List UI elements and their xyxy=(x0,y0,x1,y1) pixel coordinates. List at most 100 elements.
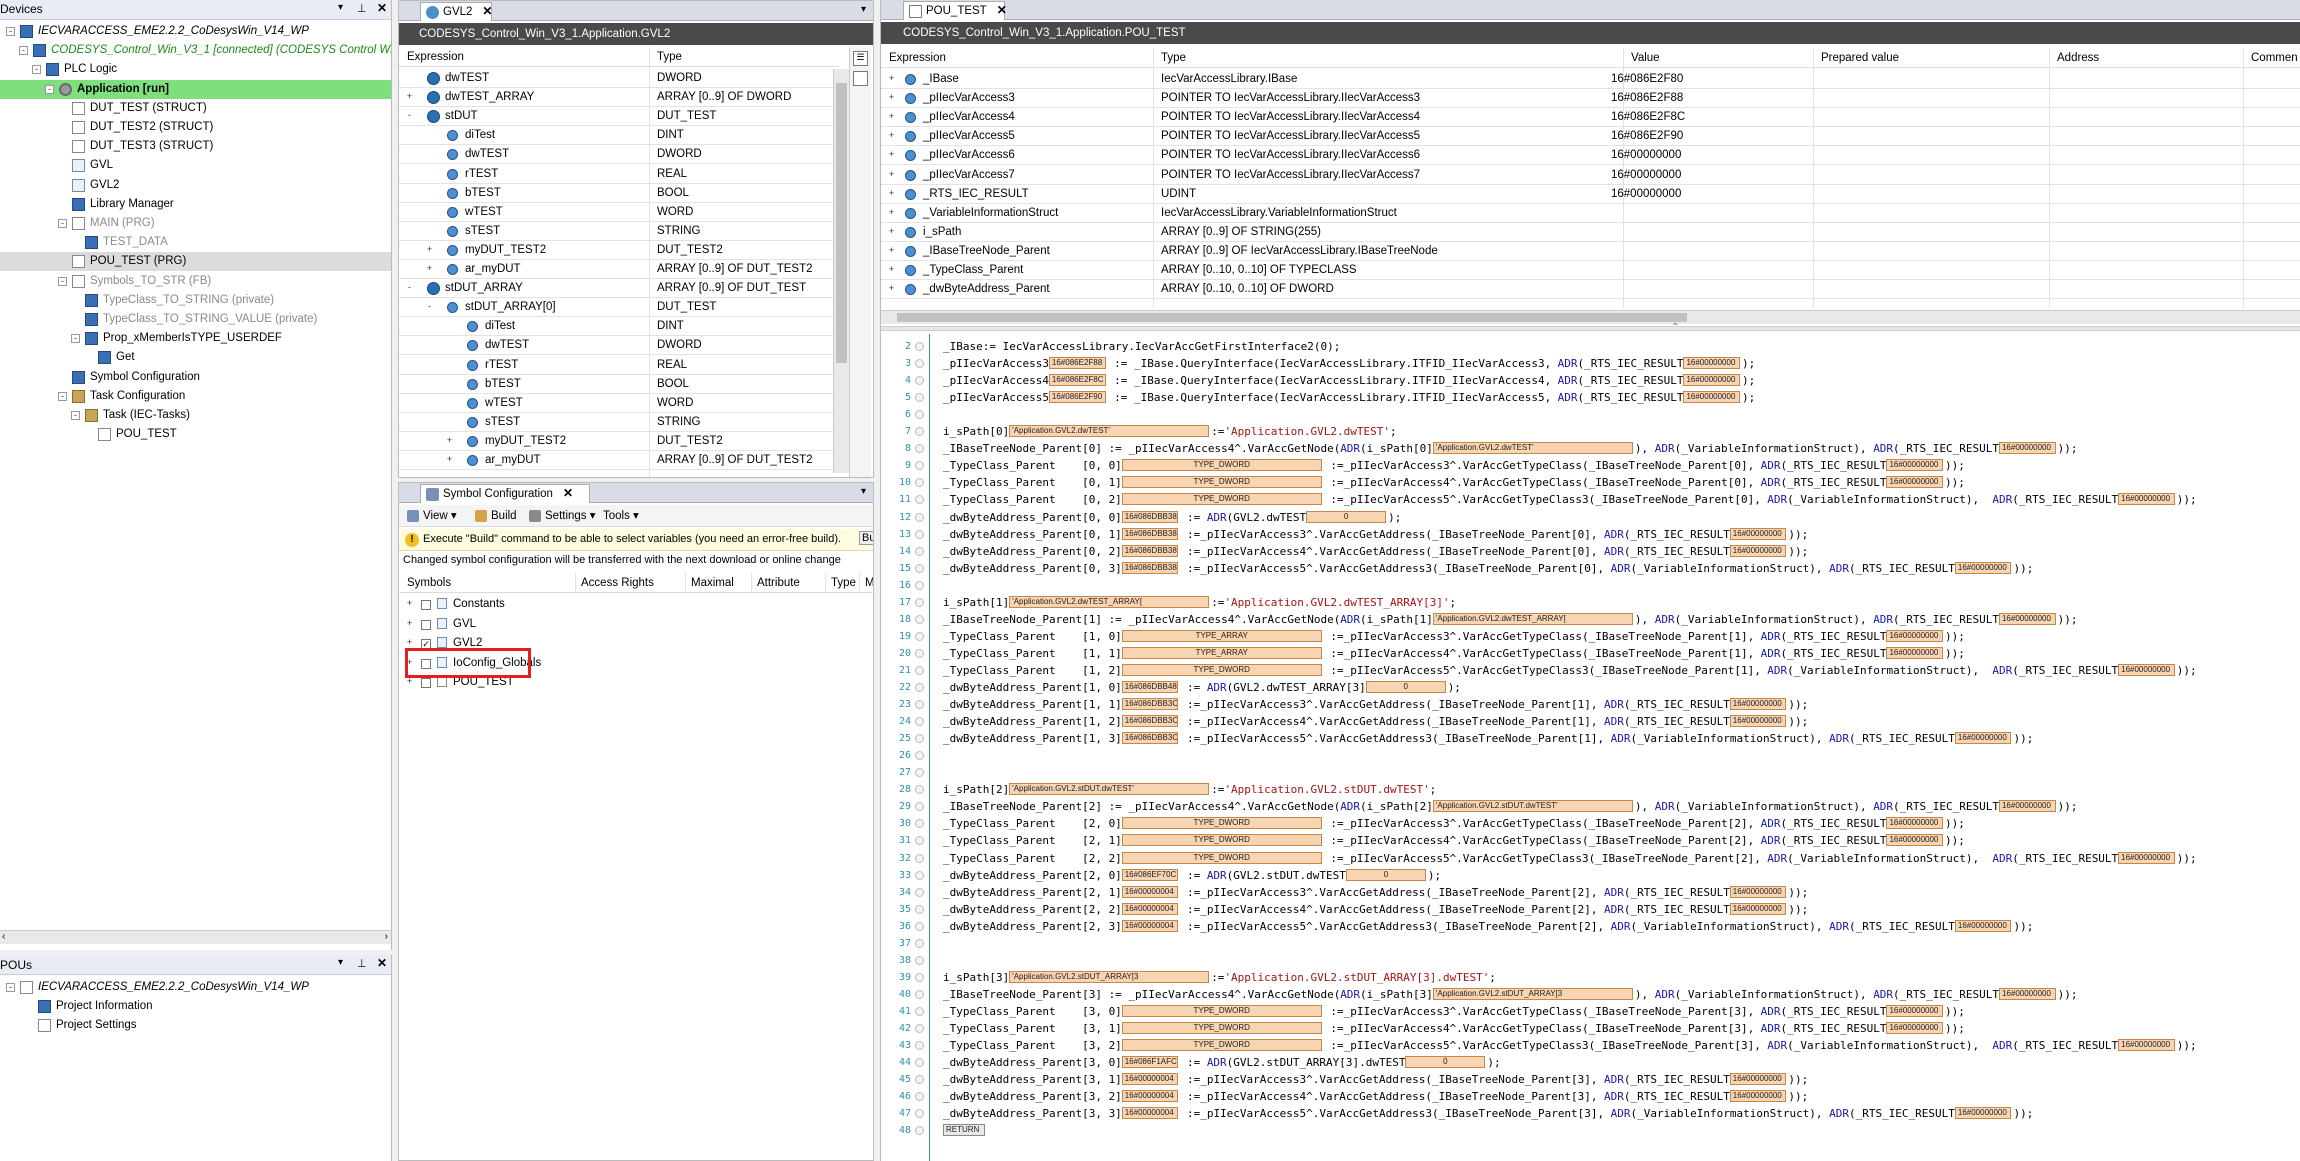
monitor-value[interactable]: 16#00000000 xyxy=(2118,493,2175,506)
monitor-value[interactable]: 16#00000000 xyxy=(1729,698,1787,711)
monitor-value[interactable]: 16#00000000 xyxy=(1998,987,2056,1000)
monitor-value[interactable]: 16#00000000 xyxy=(1954,561,2012,574)
expand-toggle-icon[interactable]: + xyxy=(425,264,434,274)
pou-col-expression[interactable]: Expression xyxy=(889,52,946,64)
tree-application[interactable]: - Application [run] xyxy=(0,79,391,99)
expand-toggle-icon[interactable]: + xyxy=(405,677,414,687)
pou-watch-horizontal-scrollbar[interactable] xyxy=(881,310,2300,324)
breakpoint-marker[interactable] xyxy=(915,802,924,812)
monitor-value[interactable]: 16#00000000 xyxy=(1886,459,1944,472)
expand-toggle-icon[interactable]: + xyxy=(405,92,414,102)
monitor-value[interactable]: TYPE_DWORD xyxy=(1121,1004,1322,1017)
expand-toggle-icon[interactable]: - xyxy=(58,219,67,228)
pou-watch-row[interactable]: + _dwByteAddress_Parent ARRAY [0..10, 0..1… xyxy=(881,280,2300,300)
breakpoint-marker[interactable] xyxy=(915,614,924,624)
gvl2-row[interactable]: rTEST REAL xyxy=(399,165,833,184)
pou-watch-row[interactable]: + i_sPath ARRAY [0..9] OF STRING(255) xyxy=(881,223,2300,242)
monitor-value[interactable]: 0 xyxy=(1405,1056,1486,1069)
breakpoint-marker[interactable] xyxy=(915,376,924,386)
breakpoint-marker[interactable] xyxy=(915,683,924,692)
breakpoint-marker[interactable] xyxy=(915,768,924,778)
tree-plc-logic[interactable]: - PLC Logic xyxy=(0,60,391,79)
view-menu-button[interactable]: View ▾ xyxy=(405,506,457,526)
monitor-value[interactable]: 16#00000000 xyxy=(1886,629,1944,642)
gvl2-row[interactable]: wTEST WORD xyxy=(399,203,833,222)
monitor-value[interactable]: 16#00000000 xyxy=(1729,902,1787,915)
monitor-value[interactable]: TYPE_DWORD xyxy=(1121,1039,1322,1052)
breakpoint-marker[interactable] xyxy=(915,546,924,556)
pous-project[interactable]: - IECVARACCESS_EME2.2.2_CoDesysWin_V14_WP xyxy=(0,978,391,997)
monitor-value[interactable]: TYPE_DWORD xyxy=(1121,459,1322,472)
gvl2-row[interactable]: - stDUT_ARRAY[0] DUT_TEST xyxy=(399,298,833,318)
tree-get[interactable]: Get xyxy=(0,348,391,367)
monitor-value[interactable]: 0 xyxy=(1365,681,1446,693)
expand-toggle-icon[interactable]: - xyxy=(6,983,15,992)
expand-toggle-icon[interactable]: + xyxy=(887,93,896,103)
gvl2-row[interactable]: sTEST STRING xyxy=(399,413,833,432)
monitor-value[interactable]: 16#00000000 xyxy=(1998,800,2056,813)
monitor-value[interactable]: 16#00000000 xyxy=(1886,817,1944,830)
breakpoint-marker[interactable] xyxy=(915,597,924,607)
breakpoint-marker[interactable] xyxy=(915,989,924,999)
gvl2-row[interactable]: dwTEST DWORD xyxy=(399,336,833,356)
breakpoint-marker[interactable] xyxy=(915,1109,924,1119)
breakpoint-marker[interactable] xyxy=(915,819,924,829)
breakpoint-marker[interactable] xyxy=(915,444,924,454)
symbol-col-attribute[interactable]: Attribute xyxy=(757,577,800,589)
monitor-value[interactable]: 16#00000000 xyxy=(1886,834,1944,847)
monitor-value[interactable]: 16#086DBB3C xyxy=(1121,698,1179,711)
monitor-value[interactable]: 16#00000000 xyxy=(1954,1107,2012,1120)
monitor-value[interactable]: 16#086EF70C xyxy=(1121,868,1179,881)
breakpoint-marker[interactable] xyxy=(915,529,924,539)
monitor-value[interactable]: 16#00000004 xyxy=(1121,885,1179,898)
monitor-value[interactable]: 16#00000000 xyxy=(1886,646,1944,659)
monitor-value[interactable]: 16#00000000 xyxy=(1683,357,1741,370)
breakpoint-marker[interactable] xyxy=(915,1092,924,1102)
expand-toggle-icon[interactable]: - xyxy=(71,411,80,420)
monitor-value[interactable]: 16#00000000 xyxy=(1886,1004,1944,1017)
tree-typeclass-to-string-value[interactable]: TypeClass_TO_STRING_VALUE (private) xyxy=(0,310,391,329)
gvl2-row[interactable]: wTEST WORD xyxy=(399,394,833,413)
monitor-value[interactable]: 16#00000000 xyxy=(1729,885,1787,898)
breakpoint-marker[interactable] xyxy=(915,665,924,675)
gvl2-row[interactable]: dwTEST DWORD xyxy=(399,145,833,165)
gvl2-row[interactable]: bTEST BOOL xyxy=(399,184,833,203)
monitor-value[interactable]: 16#00000000 xyxy=(1954,732,2012,745)
expand-toggle-icon[interactable]: + xyxy=(425,244,434,255)
monitor-value[interactable]: 16#00000004 xyxy=(1121,919,1179,932)
tab-pou-test[interactable]: POU_TEST ✕ xyxy=(903,1,1007,20)
monitor-value[interactable]: 16#086DBB38 xyxy=(1121,561,1179,574)
monitor-value[interactable]: 16#00000004 xyxy=(1121,902,1179,915)
expand-toggle-icon[interactable]: - xyxy=(32,65,41,75)
monitor-value[interactable]: TYPE_ARRAY xyxy=(1121,646,1322,659)
monitor-value[interactable]: 16#086DBB48 xyxy=(1121,681,1179,693)
pou-watch-row[interactable]: + _TypeClass_Parent ARRAY [0..10, 0..10] O… xyxy=(881,261,2300,280)
monitor-value[interactable]: TYPE_DWORD xyxy=(1121,817,1322,830)
monitor-value[interactable]: 16#00000000 xyxy=(1998,442,2056,455)
gvl2-col-expression[interactable]: Expression xyxy=(407,51,464,63)
gvl2-row[interactable]: sTEST STRING xyxy=(399,222,833,241)
monitor-value[interactable]: 16#00000000 xyxy=(1954,919,2012,932)
expand-toggle-icon[interactable]: + xyxy=(887,284,896,294)
breakpoint-marker[interactable] xyxy=(915,427,924,437)
pin-icon[interactable]: ⊥ xyxy=(357,957,367,970)
monitor-value[interactable]: 16#00000000 xyxy=(1886,1022,1944,1034)
breakpoint-marker[interactable] xyxy=(915,1126,924,1136)
settings-menu-button[interactable]: Settings ▾ xyxy=(527,506,596,526)
gvl2-vertical-scrollbar[interactable] xyxy=(833,69,849,473)
tree-symbol-configuration[interactable]: Symbol Configuration xyxy=(0,368,391,387)
monitor-value[interactable]: 16#086E2F90 xyxy=(1048,391,1106,404)
monitor-value[interactable]: 16#00000000 xyxy=(2118,851,2175,864)
breakpoint-marker[interactable] xyxy=(915,495,924,505)
symbol-checkbox[interactable] xyxy=(421,619,431,630)
breakpoint-marker[interactable] xyxy=(915,717,924,727)
breakpoint-marker[interactable] xyxy=(915,785,924,795)
monitor-value[interactable]: 'Application.GVL2.dwTEST' xyxy=(1009,425,1210,438)
expand-toggle-icon[interactable]: - xyxy=(45,84,54,94)
monitor-value[interactable]: 16#00000000 xyxy=(1729,1090,1787,1103)
pous-project-settings[interactable]: Project Settings xyxy=(0,1016,391,1035)
expand-toggle-icon[interactable]: + xyxy=(887,265,896,275)
monitor-value[interactable]: 'Application.GVL2.stDUT_ARRAY[3 xyxy=(1432,987,1633,1000)
expand-toggle-icon[interactable]: + xyxy=(445,455,454,465)
close-icon[interactable]: ✕ xyxy=(482,4,492,18)
